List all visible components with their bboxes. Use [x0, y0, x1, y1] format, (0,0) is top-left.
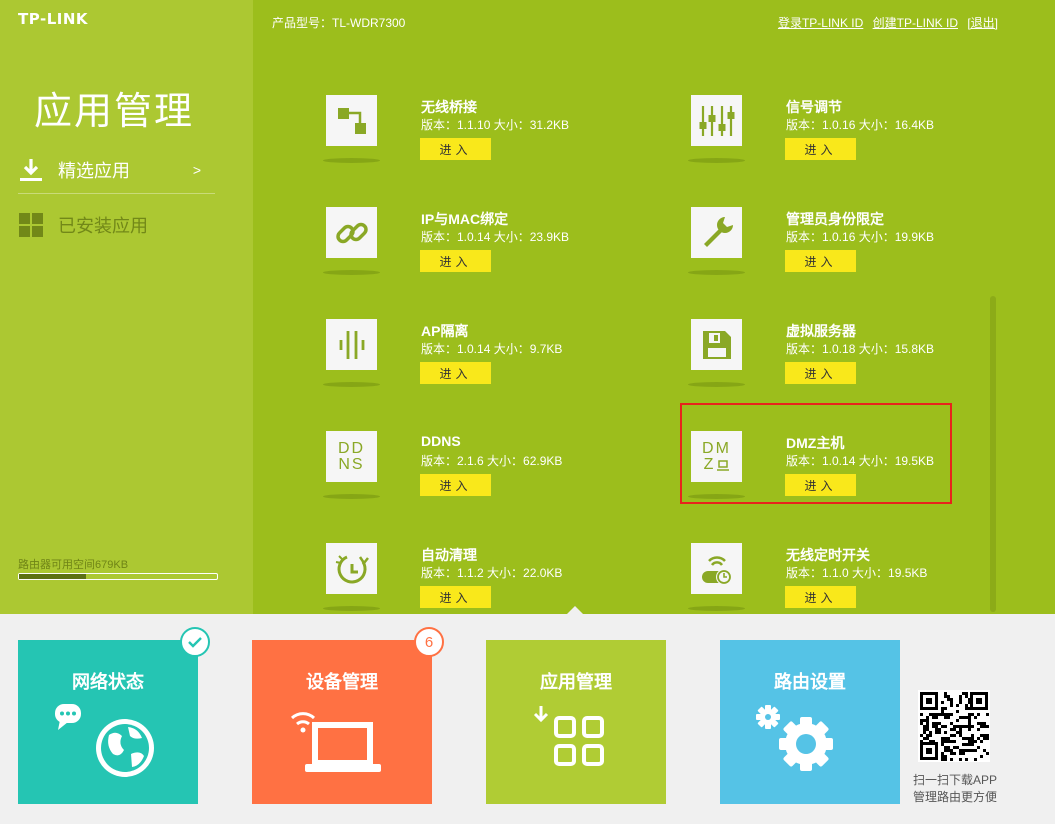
download-icon	[18, 157, 44, 183]
storage-text: 路由器可用空间679KB	[18, 559, 129, 571]
app-name: 无线桥接	[421, 99, 477, 115]
app-card-wifi-timer: 无线定时开关 版本：1.1.0 大小：19.5KB 进入	[688, 543, 951, 639]
app-meta: 版本：1.1.0 大小：19.5KB	[786, 566, 928, 580]
enter-button[interactable]: 进入	[420, 362, 491, 384]
sidebar: TP-LINK 应用管理 精选应用 > 已安装应用 路由器可用空间679KB	[0, 0, 253, 614]
wifi-timer-icon	[691, 543, 742, 594]
app-name: 虚拟服务器	[786, 323, 856, 339]
laptop-icon	[290, 712, 381, 772]
qr-code	[918, 690, 990, 762]
enter-button[interactable]: 进入	[420, 250, 491, 272]
wrench-icon	[691, 207, 742, 258]
app-name: DDNS	[421, 433, 461, 449]
app-card-virtual-server: 虚拟服务器 版本：1.0.18 大小：15.8KB 进入	[688, 319, 951, 415]
model-label: 产品型号：TL-WDR7300	[272, 16, 406, 30]
auto-clean-icon	[326, 543, 377, 594]
link-icon	[326, 207, 377, 258]
app-name: 信号调节	[786, 99, 842, 115]
logout-link[interactable]: [退出]	[967, 16, 998, 30]
apps-grid-icon	[533, 706, 604, 766]
storage-bar	[18, 573, 218, 580]
scrollbar[interactable]	[990, 296, 996, 612]
app-card-ap-isolation: AP隔离 版本：1.0.14 大小：9.7KB 进入	[323, 319, 586, 415]
app-meta: 版本：2.1.6 大小：62.9KB	[421, 454, 563, 468]
sliders-icon	[691, 95, 742, 146]
enter-button[interactable]: 进入	[420, 474, 491, 496]
selection-highlight	[680, 403, 952, 504]
ddns-icon: DD NS	[326, 431, 377, 482]
notification-badge: 6	[414, 627, 444, 657]
app-meta: 版本：1.1.10 大小：31.2KB	[421, 118, 570, 132]
bridge-icon	[326, 95, 377, 146]
app-meta: 版本：1.0.14 大小：23.9KB	[421, 230, 570, 244]
active-tab-pointer	[565, 606, 585, 616]
app-card-ip-mac-binding: IP与MAC绑定 版本：1.0.14 大小：23.9KB 进入	[323, 207, 586, 303]
app-card-signal-adjust: 信号调节 版本：1.0.16 大小：16.4KB 进入	[688, 95, 951, 191]
server-icon	[691, 319, 742, 370]
page-title: 应用管理	[34, 91, 195, 133]
tile-device-management[interactable]: 设备管理	[252, 640, 432, 804]
app-name: 无线定时开关	[786, 547, 870, 563]
create-account-link[interactable]: 创建TP-LINK ID	[873, 16, 958, 30]
app-card-ddns: DD NS DDNS 版本：2.1.6 大小：62.9KB 进入	[323, 431, 586, 527]
sidebar-item-label: 已安装应用	[58, 216, 148, 236]
enter-button[interactable]: 进入	[785, 362, 856, 384]
sidebar-item-installed-apps[interactable]: 已安装应用	[18, 201, 215, 249]
chevron-right-icon: >	[192, 161, 201, 178]
enter-button[interactable]: 进入	[420, 138, 491, 160]
app-name: IP与MAC绑定	[421, 211, 509, 227]
enter-button[interactable]: 进入	[785, 250, 856, 272]
enter-button[interactable]: 进入	[785, 138, 856, 160]
globe-icon	[55, 704, 154, 777]
gears-icon	[756, 705, 833, 771]
app-card-admin-restriction: 管理员身份限定 版本：1.0.16 大小：19.9KB 进入	[688, 207, 951, 303]
app-meta: 版本：1.1.2 大小：22.0KB	[421, 566, 563, 580]
app-name: 自动清理	[421, 547, 477, 563]
login-link[interactable]: 登录TP-LINK ID	[778, 16, 863, 30]
main-panel: 产品型号：TL-WDR7300 登录TP-LINK ID 创建TP-LINK I…	[253, 0, 1055, 614]
tile-network-status[interactable]: 网络状态	[18, 640, 198, 804]
storage-bar-fill	[19, 574, 87, 579]
app-card-wireless-bridge: 无线桥接 版本：1.1.10 大小：31.2KB 进入	[323, 95, 586, 191]
sidebar-item-label: 精选应用	[58, 160, 130, 181]
tp-link-logo: TP-LINK	[18, 10, 89, 28]
app-meta: 版本：1.0.14 大小：9.7KB	[421, 342, 563, 356]
tile-router-settings[interactable]: 路由设置	[720, 640, 900, 804]
app-meta: 版本：1.0.18 大小：15.8KB	[786, 342, 935, 356]
enter-button[interactable]: 进入	[420, 586, 491, 608]
tile-app-management[interactable]: 应用管理	[486, 640, 666, 804]
qr-caption: 扫一扫下载APP 管理路由更方便	[912, 773, 997, 804]
app-name: AP隔离	[421, 323, 469, 339]
sidebar-item-featured-apps[interactable]: 精选应用 >	[18, 146, 215, 194]
check-icon	[180, 627, 210, 657]
ap-isolation-icon	[326, 319, 377, 370]
grid-icon	[18, 212, 44, 238]
account-links: 登录TP-LINK ID 创建TP-LINK ID [退出]	[772, 14, 998, 31]
app-name: 管理员身份限定	[786, 211, 884, 227]
app-meta: 版本：1.0.16 大小：16.4KB	[786, 118, 935, 132]
enter-button[interactable]: 进入	[785, 586, 856, 608]
app-meta: 版本：1.0.16 大小：19.9KB	[786, 230, 935, 244]
app-card-auto-clean: 自动清理 版本：1.1.2 大小：22.0KB 进入	[323, 543, 586, 639]
